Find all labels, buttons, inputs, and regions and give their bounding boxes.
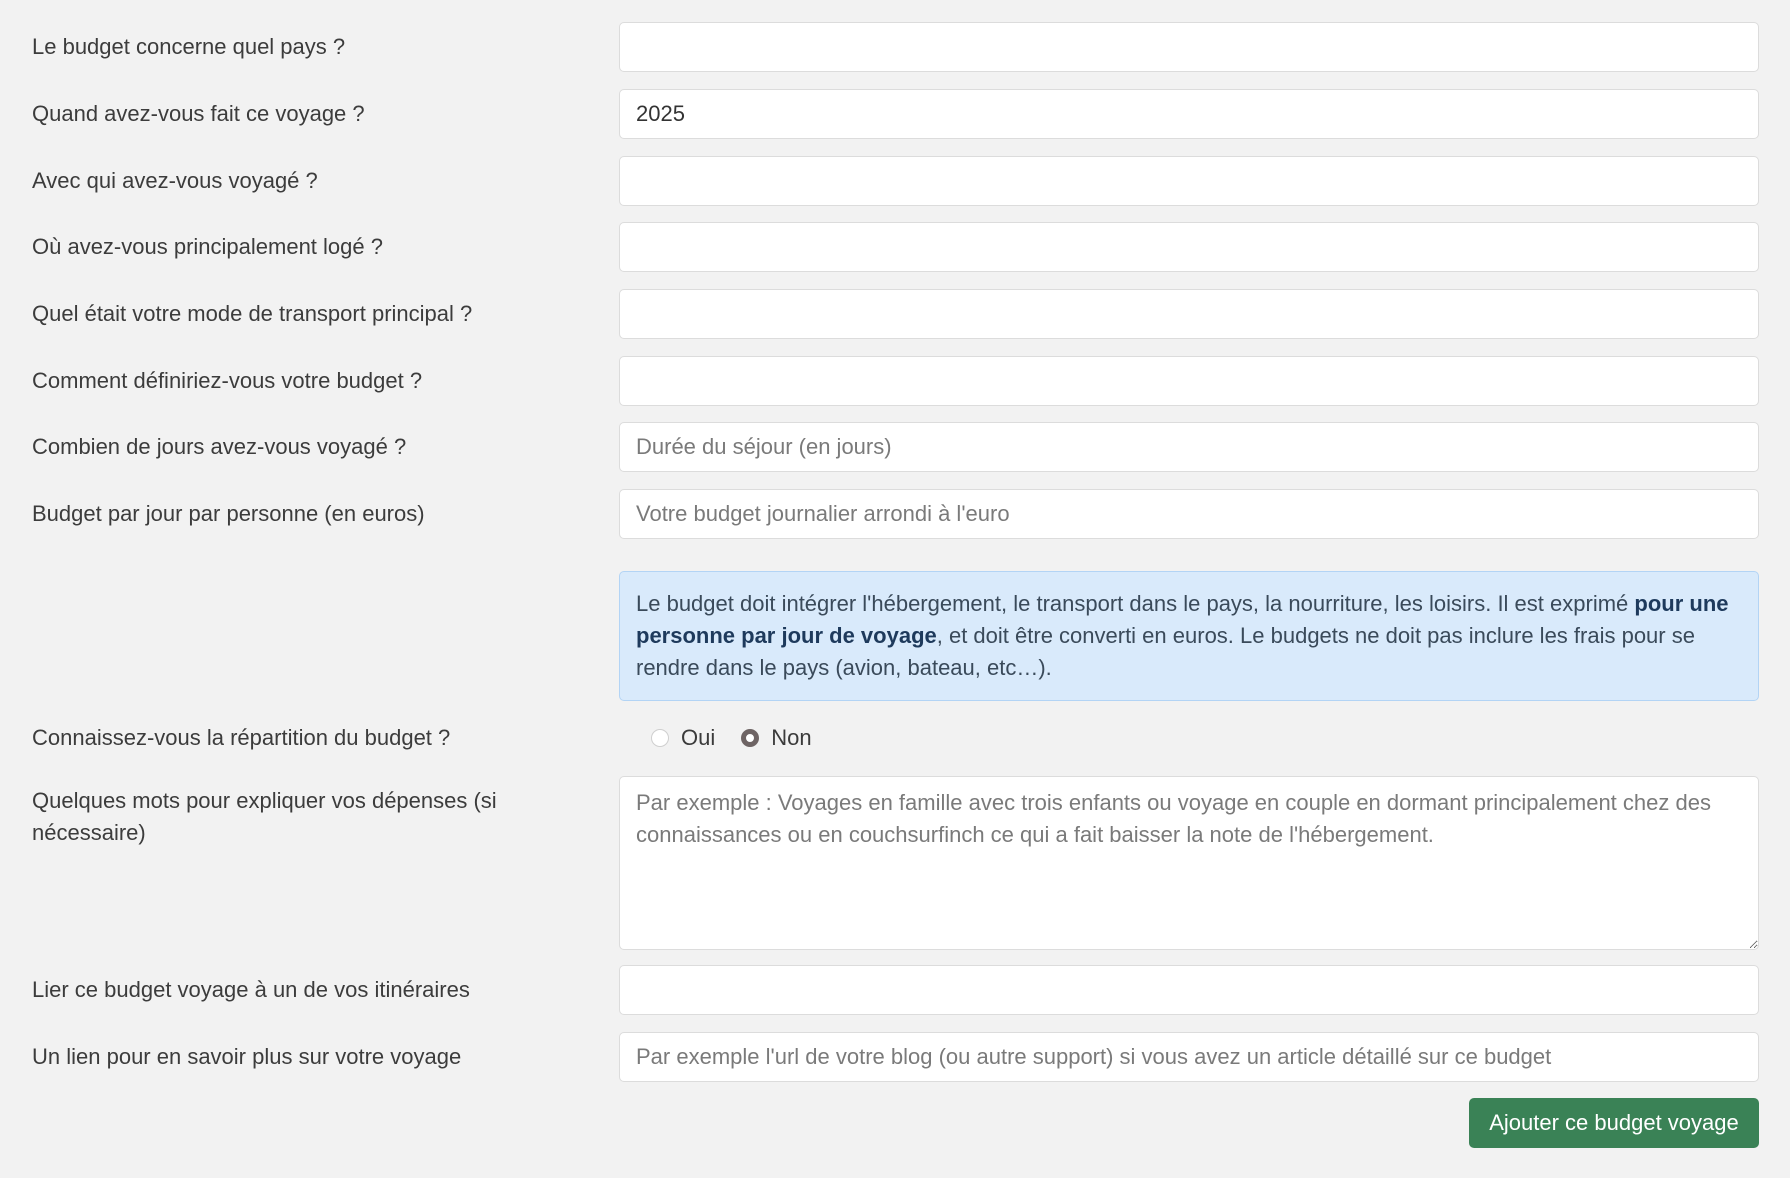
- country-label: Le budget concerne quel pays ?: [32, 34, 346, 59]
- radio-non-label: Non: [771, 725, 812, 750]
- link-input[interactable]: [619, 1032, 1759, 1082]
- budget-type-input[interactable]: [619, 356, 1759, 406]
- radio-oui[interactable]: [651, 729, 669, 747]
- budget-info-alert: Le budget doit intégrer l'hébergement, l…: [619, 571, 1759, 701]
- info-text-part1: Le budget doit intégrer l'hébergement, l…: [636, 591, 1635, 616]
- add-budget-button[interactable]: Ajouter ce budget voyage: [1469, 1098, 1759, 1148]
- expenses-textarea[interactable]: [619, 776, 1759, 950]
- days-input[interactable]: [619, 422, 1759, 472]
- date-label: Quand avez-vous fait ce voyage ?: [32, 101, 365, 126]
- daily-budget-input[interactable]: [619, 489, 1759, 539]
- radio-option-non[interactable]: Non: [741, 725, 812, 751]
- daily-budget-label: Budget par jour par personne (en euros): [32, 501, 425, 526]
- radio-non[interactable]: [741, 729, 760, 747]
- itinerary-label: Lier ce budget voyage à un de vos itinér…: [32, 977, 470, 1002]
- companions-input[interactable]: [619, 156, 1759, 206]
- repartition-radio-group: Oui Non: [651, 722, 838, 754]
- country-input[interactable]: [619, 22, 1759, 72]
- transport-input[interactable]: [619, 289, 1759, 339]
- budget-type-label: Comment définiriez-vous votre budget ?: [32, 368, 423, 393]
- lodging-input[interactable]: [619, 222, 1759, 272]
- radio-option-oui[interactable]: Oui: [651, 725, 715, 751]
- expenses-label: Quelques mots pour expliquer vos dépense…: [32, 788, 497, 845]
- repartition-label: Connaissez-vous la répartition du budget…: [32, 725, 451, 750]
- days-label: Combien de jours avez-vous voyagé ?: [32, 434, 407, 459]
- date-input[interactable]: [619, 89, 1759, 139]
- itinerary-input[interactable]: [619, 965, 1759, 1015]
- transport-label: Quel était votre mode de transport princ…: [32, 301, 473, 326]
- link-label: Un lien pour en savoir plus sur votre vo…: [32, 1044, 462, 1069]
- radio-oui-label: Oui: [681, 725, 716, 750]
- companions-label: Avec qui avez-vous voyagé ?: [32, 168, 318, 193]
- lodging-label: Où avez-vous principalement logé ?: [32, 234, 383, 259]
- budget-form: Le budget concerne quel pays ? Quand ave…: [0, 0, 1790, 1178]
